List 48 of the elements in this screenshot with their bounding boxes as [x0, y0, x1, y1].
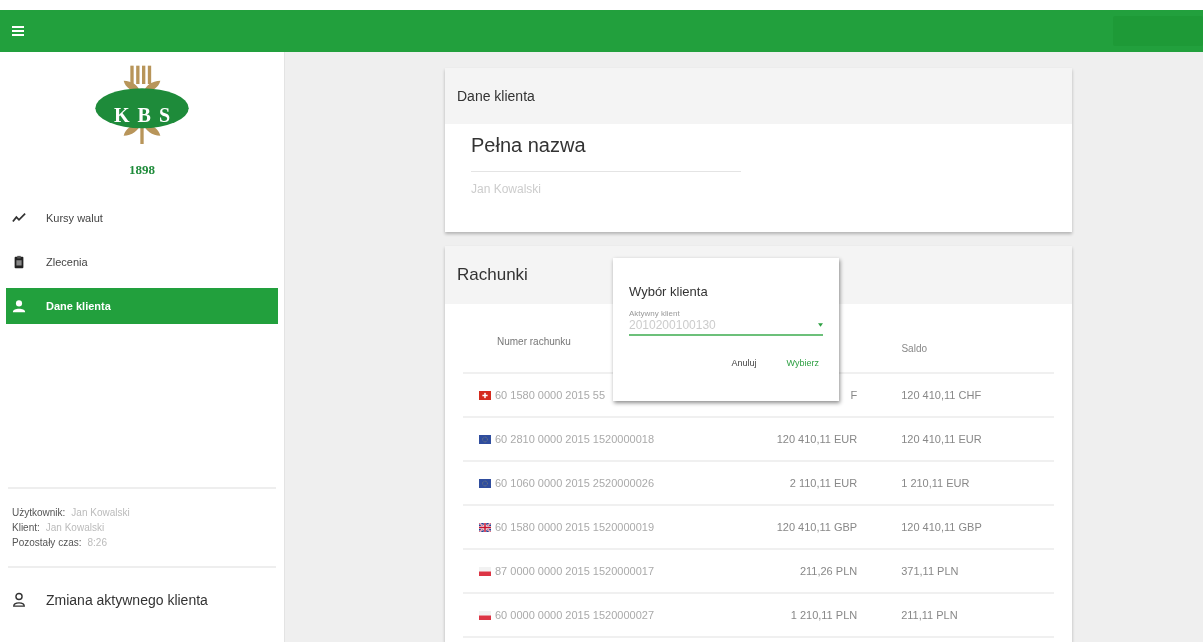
- logo-year: 1898: [129, 162, 155, 178]
- person-icon: [12, 299, 26, 313]
- poland-flag-icon: [479, 610, 491, 620]
- account-number: 60 2810 0000 2015 1520000018: [495, 433, 655, 445]
- menu-icon[interactable]: [12, 26, 24, 36]
- column-header: Numer rachunku: [496, 335, 572, 347]
- chart-line-icon: [12, 211, 26, 225]
- session-value: Jan Kowalski: [71, 507, 130, 518]
- session-label: Pozostały czas:: [12, 537, 82, 548]
- account-number: 60 1580 0000 2015 1520000019: [495, 521, 655, 533]
- available-amount: 211,26 PLN: [798, 565, 858, 577]
- account-number: 60 0000 0000 2015 1520000027: [495, 609, 655, 621]
- logo-text: KBS: [113, 103, 179, 127]
- session-label: Klient:: [12, 522, 40, 533]
- account-number: 87 0000 0000 2015 1520000017: [495, 565, 655, 577]
- session-label: Użytkownik:: [12, 507, 66, 518]
- person-icon: [12, 592, 26, 608]
- balance-amount: 120 410,11 GBP: [901, 521, 983, 533]
- session-value: Jan Kowalski: [45, 522, 105, 533]
- balance-amount: 120 410,11 CHF: [901, 389, 983, 401]
- poland-flag-icon: [479, 566, 491, 576]
- eu-flag-icon: [479, 478, 491, 488]
- available-amount: 120 410,11 EUR: [775, 433, 858, 445]
- account-number: 60 1580 0000 2015 55: [495, 389, 606, 401]
- session-value: 8:26: [87, 537, 107, 548]
- balance-amount: 120 410,11 EUR: [901, 433, 983, 445]
- card-title: Dane klienta: [445, 68, 1072, 124]
- available-amount: 120 410,11 GBP: [775, 521, 858, 533]
- field-label: Pełna nazwa: [471, 134, 587, 157]
- available-amount: F: [849, 389, 858, 401]
- nav-item[interactable]: Zlecenia: [6, 244, 278, 280]
- eu-flag-icon: [479, 434, 491, 444]
- select-button[interactable]: Wybierz: [782, 354, 823, 372]
- balance-amount: 371,11 PLN: [901, 565, 960, 577]
- swiss-flag-icon: [479, 390, 491, 400]
- balance-amount: 211,11 PLN: [901, 609, 959, 621]
- column-header: Saldo: [901, 341, 928, 354]
- cancel-button[interactable]: Anuluj: [727, 354, 761, 372]
- nav-item[interactable]: Kursy walut: [6, 200, 278, 236]
- uk-flag-icon: [479, 522, 491, 532]
- available-amount: 1 210,11 PLN: [789, 609, 858, 621]
- balance-amount: 1 210,11 EUR: [901, 477, 971, 489]
- dropdown-caret-icon: [818, 323, 823, 327]
- dialog-title: Wybór klienta: [629, 284, 709, 299]
- available-amount: 2 110,11 EUR: [788, 477, 858, 489]
- change-client-link[interactable]: Zmiana aktywnego klienta: [12, 592, 274, 608]
- account-number: 60 1060 0000 2015 2520000026: [495, 477, 655, 489]
- clipboard-icon: [12, 255, 26, 269]
